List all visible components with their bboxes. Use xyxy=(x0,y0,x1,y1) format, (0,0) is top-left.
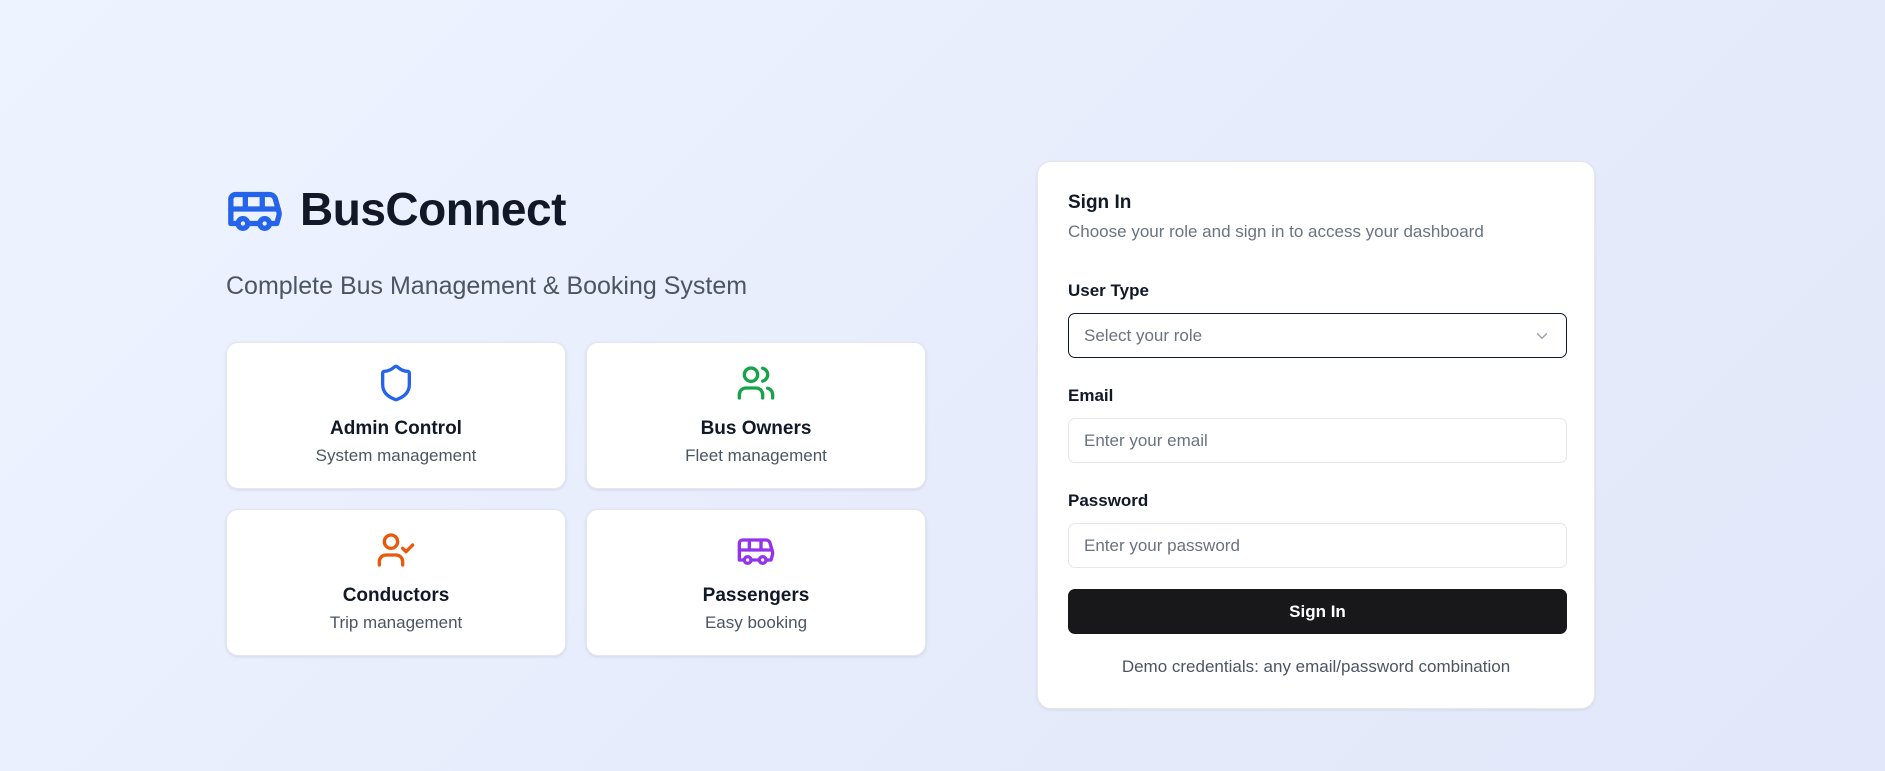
feature-title: Passengers xyxy=(702,585,810,606)
sign-in-button[interactable]: Sign In xyxy=(1068,589,1567,634)
bus-icon xyxy=(736,530,776,570)
user-type-label: User Type xyxy=(1068,281,1149,300)
password-label: Password xyxy=(1068,491,1149,510)
demo-credentials-note: Demo credentials: any email/password com… xyxy=(1121,657,1511,676)
chevron-down-icon xyxy=(1533,327,1551,345)
feature-title: Admin Control xyxy=(330,418,462,439)
hero-section: BusConnect Complete Bus Management & Boo… xyxy=(226,180,926,656)
tagline: Complete Bus Management & Booking System xyxy=(226,272,748,300)
feature-card-passengers: Passengers Easy booking xyxy=(586,509,926,656)
feature-card-admin: Admin Control System management xyxy=(226,342,566,489)
feature-title: Bus Owners xyxy=(700,418,812,439)
feature-card-bus-owners: Bus Owners Fleet management xyxy=(586,342,926,489)
email-label: Email xyxy=(1068,386,1114,405)
shield-icon xyxy=(376,363,416,403)
feature-subtitle: Trip management xyxy=(329,613,463,632)
bus-icon xyxy=(226,180,284,238)
feature-subtitle: Fleet management xyxy=(685,446,827,465)
user-type-select[interactable]: Select your role xyxy=(1068,313,1567,358)
email-field[interactable] xyxy=(1084,430,1551,451)
brand: BusConnect xyxy=(226,180,926,238)
email-field-wrapper xyxy=(1068,418,1567,463)
feature-card-conductors: Conductors Trip management xyxy=(226,509,566,656)
password-field-wrapper xyxy=(1068,523,1567,568)
users-icon xyxy=(736,363,776,403)
password-field[interactable] xyxy=(1084,535,1551,556)
user-type-placeholder: Select your role xyxy=(1084,325,1203,345)
signin-card: Sign In Choose your role and sign in to … xyxy=(1037,161,1595,709)
app-title: BusConnect xyxy=(300,183,566,235)
signin-description: Choose your role and sign in to access y… xyxy=(1068,222,1484,241)
feature-subtitle: System management xyxy=(315,446,477,465)
feature-subtitle: Easy booking xyxy=(704,613,808,632)
signin-title: Sign In xyxy=(1068,192,1132,213)
feature-title: Conductors xyxy=(342,585,450,606)
user-check-icon xyxy=(376,530,416,570)
